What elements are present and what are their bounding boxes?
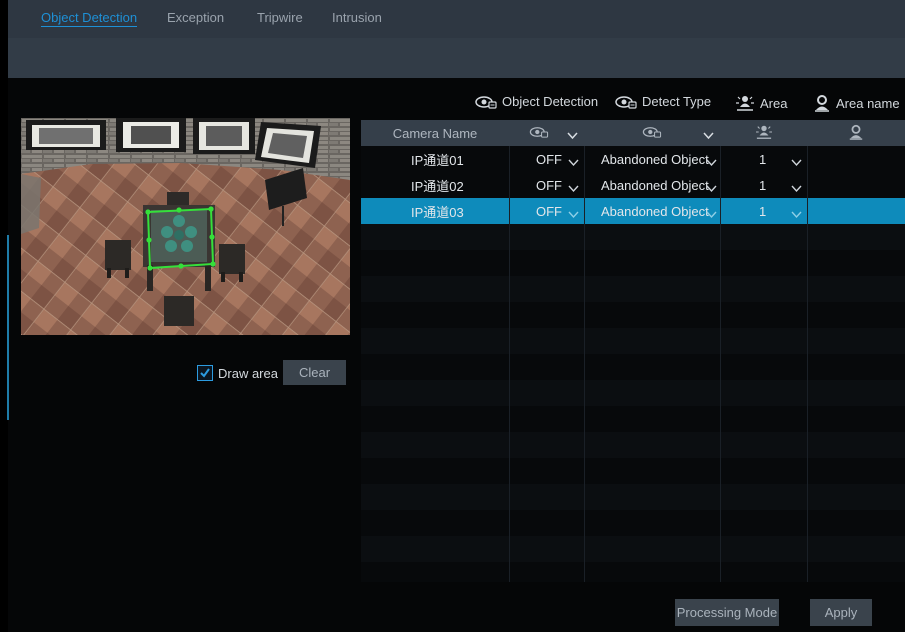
header-detect-type[interactable] — [584, 120, 720, 146]
chevron-down-icon[interactable] — [706, 181, 717, 196]
camera-preview[interactable] — [21, 118, 350, 335]
draw-area-toggle[interactable]: Draw area — [197, 365, 278, 381]
camera-table: Camera Name IP通道01 OFF Abandoned Object … — [361, 120, 905, 582]
chevron-down-icon[interactable] — [791, 207, 802, 222]
legend-area-name: Area name — [813, 94, 900, 112]
tab-bar: Object Detection Exception Tripwire Intr… — [8, 0, 905, 38]
area-select[interactable]: 1 — [759, 172, 766, 198]
toolbar-strip — [8, 38, 905, 78]
state-select[interactable]: OFF — [536, 198, 562, 224]
legend-detect-type-label: Detect Type — [642, 94, 712, 109]
draw-area-label: Draw area — [218, 365, 278, 381]
chevron-down-icon[interactable] — [703, 128, 714, 143]
legend-area-label: Area — [760, 95, 788, 111]
eye-detect-icon — [615, 95, 637, 109]
tab-object-detection[interactable]: Object Detection — [41, 10, 138, 27]
legend-object-detection-label: Object Detection — [502, 94, 599, 109]
table-row-selected[interactable]: IP通道03 OFF Abandoned Object 1 — [361, 198, 905, 224]
camera-name-cell: IP通道02 — [411, 178, 464, 194]
chevron-down-icon[interactable] — [706, 155, 717, 170]
eye-detect-icon — [529, 126, 549, 141]
legend-object-detection: Object Detection — [475, 94, 598, 109]
apply-button[interactable]: Apply — [810, 599, 872, 626]
state-select[interactable]: OFF — [536, 172, 562, 198]
camera-name-cell: IP通道01 — [411, 152, 464, 168]
detect-type-select[interactable]: Abandoned Object — [601, 146, 709, 172]
legend-detect-type: Detect Type — [615, 94, 711, 109]
header-area — [720, 120, 807, 146]
header-camera-name: Camera Name — [392, 125, 478, 141]
tab-intrusion[interactable]: Intrusion — [332, 10, 382, 25]
eye-detect-icon — [642, 126, 662, 141]
chevron-down-icon[interactable] — [568, 181, 579, 196]
header-object-detection[interactable] — [509, 120, 584, 146]
area-person-icon — [755, 124, 773, 143]
camera-name-cell: IP通道03 — [411, 204, 464, 220]
table-header: Camera Name — [361, 120, 905, 146]
processing-mode-button[interactable]: Processing Mode — [675, 599, 779, 626]
detect-type-select[interactable]: Abandoned Object — [601, 172, 709, 198]
user-pin-icon — [848, 124, 864, 143]
user-pin-icon — [813, 94, 831, 112]
legend-area: Area — [735, 94, 787, 112]
chevron-down-icon[interactable] — [706, 207, 717, 222]
chevron-down-icon[interactable] — [791, 181, 802, 196]
table-row[interactable]: IP通道02 OFF Abandoned Object 1 — [361, 172, 905, 198]
area-select[interactable]: 1 — [759, 146, 766, 172]
tab-exception[interactable]: Exception — [167, 10, 224, 25]
detect-type-select[interactable]: Abandoned Object — [601, 198, 709, 224]
draw-area-checkbox[interactable] — [197, 365, 213, 381]
chevron-down-icon[interactable] — [568, 207, 579, 222]
legend-area-name-label: Area name — [836, 95, 900, 111]
area-person-icon — [735, 94, 755, 112]
state-select[interactable]: OFF — [536, 146, 562, 172]
tab-tripwire[interactable]: Tripwire — [257, 10, 303, 25]
eye-detect-icon — [475, 95, 497, 109]
header-area-name — [807, 120, 905, 146]
table-row[interactable]: IP通道01 OFF Abandoned Object 1 — [361, 146, 905, 172]
left-accent-line — [7, 235, 9, 420]
chevron-down-icon[interactable] — [791, 155, 802, 170]
chevron-down-icon[interactable] — [568, 155, 579, 170]
clear-button[interactable]: Clear — [283, 360, 346, 385]
chevron-down-icon[interactable] — [567, 128, 578, 143]
area-select[interactable]: 1 — [759, 198, 766, 224]
